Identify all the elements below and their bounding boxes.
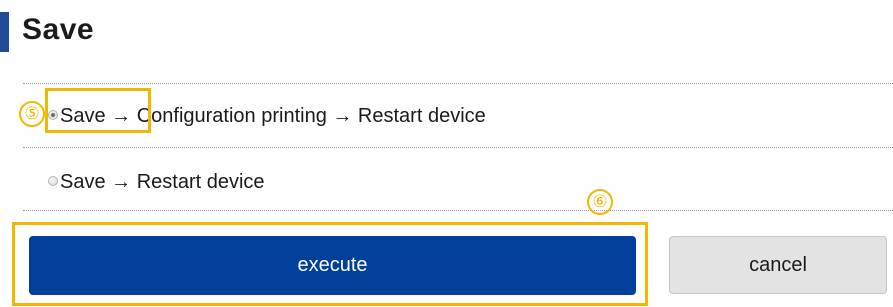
divider <box>23 210 893 211</box>
cancel-button[interactable]: cancel <box>669 236 887 294</box>
radio-save-restart[interactable] <box>48 176 58 186</box>
page-header: Save <box>0 0 893 60</box>
callout-highlight-box <box>12 222 648 306</box>
callout-number-5: ⑤ <box>19 101 45 127</box>
option-label: Save → Restart device <box>60 171 265 193</box>
callout-number-6: ⑥ <box>587 189 613 215</box>
page-title: Save <box>22 13 95 46</box>
header-accent-bar <box>0 12 9 52</box>
callout-highlight-box <box>45 88 151 133</box>
option-save-restart[interactable]: Save → Restart device <box>0 148 893 210</box>
